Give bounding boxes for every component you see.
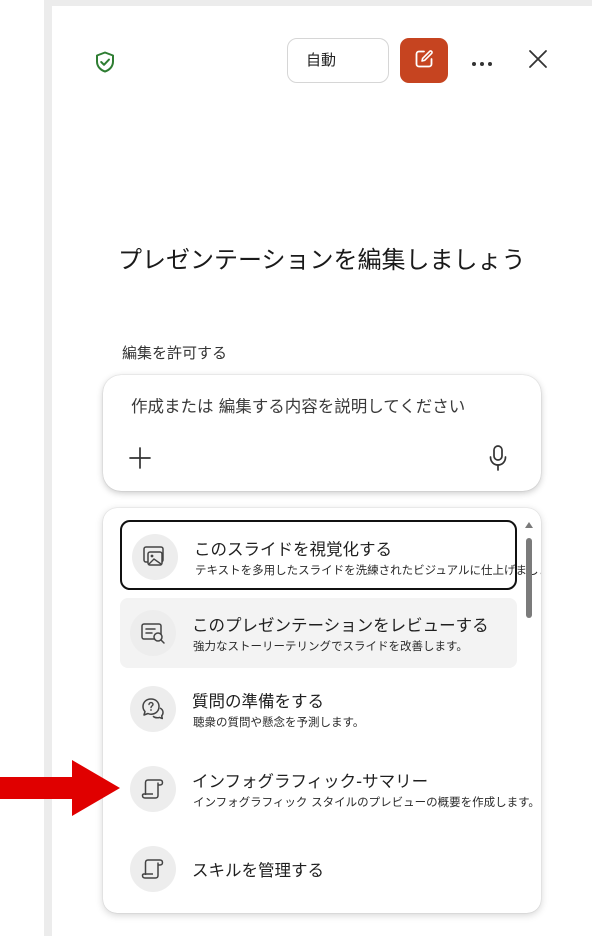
add-attachment-button[interactable] [127, 445, 153, 471]
mic-icon [487, 445, 509, 476]
suggestion-title: 質問の準備をする [192, 692, 324, 711]
close-button[interactable] [524, 47, 552, 75]
suggestion-description: 強力なストーリーテリングでスライドを改善します。 [193, 639, 468, 653]
suggestion-title: スキルを管理する [192, 861, 324, 880]
suggestion-visualize-slide[interactable]: このスライドを視覚化する テキストを多用したスライドを洗練されたビジュアルに仕上… [120, 520, 541, 590]
mode-selector-button[interactable]: 自動 [287, 38, 389, 83]
suggestion-title: このスライドを視覚化する [194, 540, 392, 559]
suggestion-description: 聴衆の質問や懸念を予測します。 [193, 715, 365, 729]
plus-icon [127, 447, 153, 475]
scroll-icon [130, 846, 176, 892]
suggestion-description: テキストを多用したスライドを洗練されたビジュアルに仕上げましょう。 [195, 563, 541, 577]
mode-selector-label: 自動 [306, 51, 337, 69]
suggestion-title: このプレゼンテーションをレビューする [192, 616, 489, 635]
scroll-up-arrow[interactable] [525, 522, 533, 528]
scroll-icon [130, 766, 176, 812]
shield-check-icon[interactable] [93, 50, 117, 74]
more-options-button[interactable] [466, 47, 498, 75]
compose-box: 作成または 編集する内容を説明してください [103, 375, 541, 491]
window-top-edge [52, 0, 592, 6]
suggestion-description: インフォグラフィック スタイルのプレビューの概要を作成します。 [193, 795, 540, 809]
review-slide-icon [130, 610, 176, 656]
page-heading: プレゼンテーションを編集しましょう [118, 246, 526, 274]
suggestion-review-presentation[interactable]: このプレゼンテーションをレビューする 強力なストーリーテリングでスライドを改善し… [120, 598, 517, 668]
new-chat-button[interactable] [400, 38, 448, 83]
suggestion-title: インフォグラフィック-サマリー [192, 772, 429, 791]
suggestions-menu: このスライドを視覚化する テキストを多用したスライドを洗練されたビジュアルに仕上… [103, 508, 541, 913]
question-chat-icon [130, 686, 176, 732]
prompt-input[interactable]: 作成または 編集する内容を説明してください [131, 393, 521, 417]
image-slide-icon [132, 534, 178, 580]
suggestion-prepare-questions[interactable]: 質問の準備をする 聴衆の質問や懸念を予測します。 [120, 674, 517, 744]
microphone-button[interactable] [487, 444, 509, 472]
permission-label: 編集を許可する [122, 344, 228, 362]
scrollbar-thumb[interactable] [526, 538, 532, 618]
suggestion-manage-skills[interactable]: スキルを管理する [120, 834, 517, 904]
more-icon [471, 52, 493, 71]
close-icon [528, 49, 548, 73]
new-edit-icon [413, 48, 435, 74]
suggestion-infographic-summary[interactable]: インフォグラフィック-サマリー インフォグラフィック スタイルのプレビューの概要… [120, 754, 540, 824]
annotation-arrow-icon [0, 760, 120, 816]
